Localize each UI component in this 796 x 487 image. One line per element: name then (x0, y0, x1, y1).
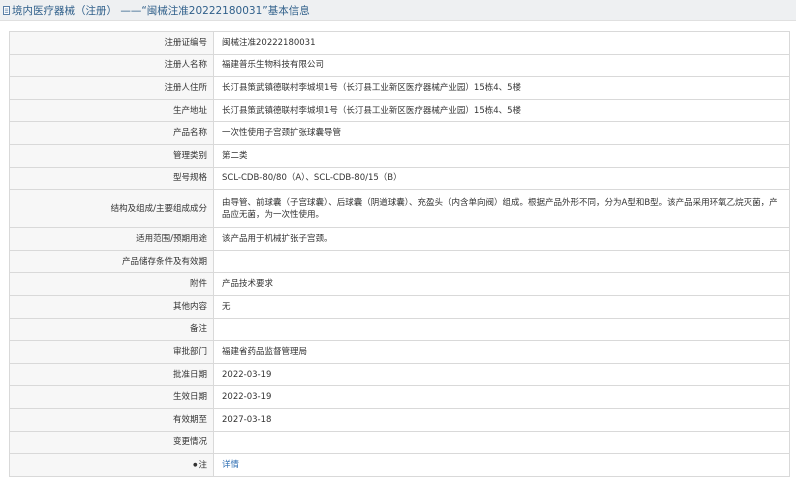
row-label: 变更情况 (9, 430, 214, 455)
row-value: 福建普乐生物科技有限公司 (213, 53, 790, 78)
row-label: 生效日期 (9, 385, 214, 409)
row-value: SCL-CDB-80/80（A）、SCL-CDB-80/15（B） (213, 166, 790, 191)
page-header: 境内医疗器械（注册） ——“闽械注准20222180031”基本信息 (0, 0, 796, 21)
row-value: 2022-03-19 (213, 362, 790, 387)
row-value: 一次性使用子宫颈扩张球囊导管 (213, 121, 790, 145)
row-value (213, 430, 790, 455)
row-value: 2027-03-18 (213, 407, 790, 432)
table-row: 型号规格 SCL-CDB-80/80（A）、SCL-CDB-80/15（B） (9, 166, 790, 191)
row-value: 第二类 (213, 143, 790, 168)
row-label: 生产地址 (9, 98, 214, 123)
table-row: 有效期至 2027-03-18 (9, 407, 790, 432)
details-link[interactable]: 详情 (222, 460, 239, 470)
row-label: 产品储存条件及有效期 (9, 249, 214, 274)
row-label: 注册人名称 (9, 53, 214, 78)
row-value: 2022-03-19 (213, 385, 790, 409)
table-row: 注册人名称 福建普乐生物科技有限公司 (9, 53, 790, 78)
row-value (213, 249, 790, 274)
row-label: 适用范围/预期用途 (9, 227, 214, 251)
row-value: 闽械注准20222180031 (213, 31, 790, 55)
table-row: 附件 产品技术要求 (9, 272, 790, 296)
note-label: 注 (198, 460, 207, 471)
row-label: 批准日期 (9, 362, 214, 387)
info-table-container: 注册证编号 闽械注准20222180031 注册人名称 福建普乐生物科技有限公司 注册人… (9, 31, 790, 477)
table-row: ●注 详情 (9, 453, 790, 477)
row-label: 注册证编号 (9, 31, 214, 55)
page-title: 境内医疗器械（注册） ——“闽械注准20222180031”基本信息 (12, 4, 310, 17)
row-value: 福建省药品监督管理局 (213, 340, 790, 364)
row-label: 有效期至 (9, 407, 214, 432)
row-value: 无 (213, 294, 790, 319)
table-row: 适用范围/预期用途 该产品用于机械扩张子宫颈。 (9, 227, 790, 251)
table-row: 产品名称 一次性使用子宫颈扩张球囊导管 (9, 121, 790, 145)
row-value (213, 317, 790, 342)
row-label: 型号规格 (9, 166, 214, 191)
table-row: 结构及组成/主要组成成分 由导管、前球囊（子宫球囊）、后球囊（阴道球囊）、充盈头（… (9, 189, 790, 229)
row-value: 该产品用于机械扩张子宫颈。 (213, 227, 790, 251)
document-icon (3, 5, 10, 15)
table-row: 生效日期 2022-03-19 (9, 385, 790, 409)
row-label: ●注 (9, 453, 214, 477)
table-row: 批准日期 2022-03-19 (9, 362, 790, 387)
bullet-icon: ● (193, 461, 198, 468)
row-label: 附件 (9, 272, 214, 296)
table-row: 其他内容无 (9, 294, 790, 319)
table-row: 审批部门 福建省药品监督管理局 (9, 340, 790, 364)
row-label: 其他内容 (9, 294, 214, 319)
table-row: 备注 (9, 317, 790, 342)
row-label: 注册人住所 (9, 76, 214, 100)
row-value: 由导管、前球囊（子宫球囊）、后球囊（阴道球囊）、充盈头（内含单向阀）组成。根据产… (213, 189, 790, 229)
row-value: 产品技术要求 (213, 272, 790, 296)
table-row: 产品储存条件及有效期 (9, 249, 790, 274)
table-row: 变更情况 (9, 430, 790, 455)
info-table: 注册证编号 闽械注准20222180031 注册人名称 福建普乐生物科技有限公司 注册人… (9, 31, 790, 477)
row-label: 结构及组成/主要组成成分 (9, 189, 214, 229)
table-row: 管理类别 第二类 (9, 143, 790, 168)
row-label: 审批部门 (9, 340, 214, 364)
row-value: 详情 (213, 453, 790, 477)
table-row: 注册人住所 长汀县策武镇德联村李城坝1号（长汀县工业新区医疗器械产业园）15栋4、… (9, 76, 790, 100)
row-value: 长汀县策武镇德联村李城坝1号（长汀县工业新区医疗器械产业园）15栋4、5楼 (213, 76, 790, 100)
table-row: 生产地址 长汀县策武镇德联村李城坝1号（长汀县工业新区医疗器械产业园）15栋4、5… (9, 98, 790, 123)
row-value: 长汀县策武镇德联村李城坝1号（长汀县工业新区医疗器械产业园）15栋4、5楼 (213, 98, 790, 123)
table-row: 注册证编号 闽械注准20222180031 (9, 31, 790, 55)
row-label: 产品名称 (9, 121, 214, 145)
row-label: 管理类别 (9, 143, 214, 168)
row-label: 备注 (9, 317, 214, 342)
